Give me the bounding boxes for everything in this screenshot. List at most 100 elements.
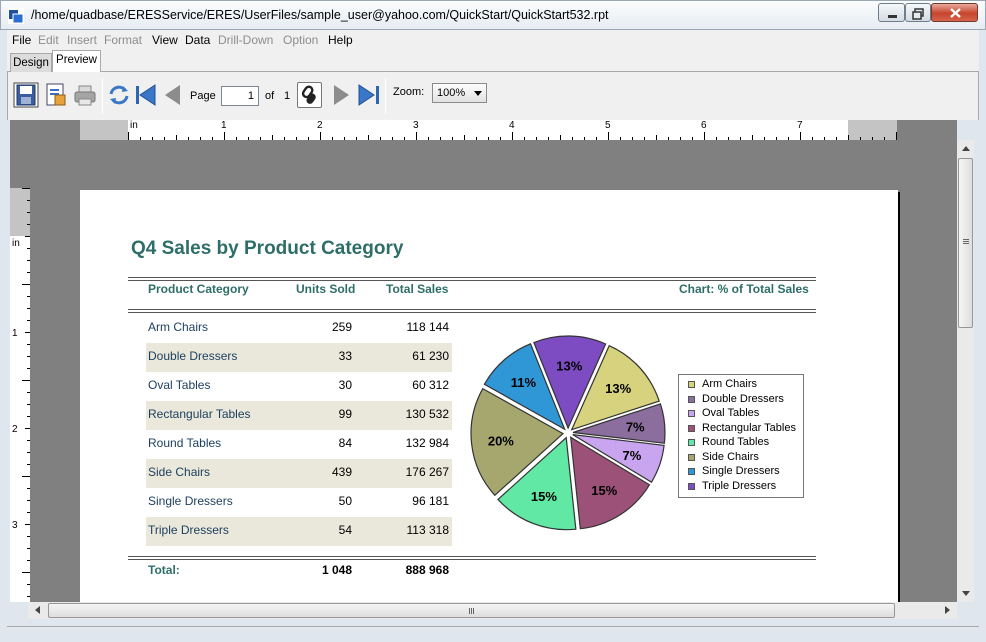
total-units: 1 048 <box>321 563 352 577</box>
legend-item: Triple Dressers <box>688 480 803 494</box>
table-row: Arm Chairs 259 118 144 <box>146 314 452 343</box>
table-row: Rectangular Tables 99 130 532 <box>146 401 452 430</box>
header-rule <box>128 280 816 281</box>
menu-edit[interactable]: Edit <box>38 33 59 47</box>
legend-label: Rectangular Tables <box>702 421 796 434</box>
column-header-sales: Total Sales <box>386 282 449 296</box>
last-page-icon <box>358 84 379 106</box>
restore-icon <box>912 8 924 20</box>
link-icon <box>301 85 316 104</box>
horizontal-scrollbar[interactable] <box>28 602 957 619</box>
first-page-icon <box>136 84 156 106</box>
cell-sales: 130 532 <box>405 407 449 421</box>
next-page-button[interactable] <box>329 82 353 108</box>
close-button[interactable] <box>931 3 978 22</box>
scroll-down-icon[interactable] <box>962 591 970 596</box>
print-button[interactable] <box>72 82 96 108</box>
pie-slice-label: 13% <box>605 381 631 396</box>
legend-swatch <box>688 395 695 403</box>
vertical-scroll-thumb[interactable] <box>958 158 973 328</box>
window-title: /home/quadbase/ERESService/ERES/UserFile… <box>31 8 609 22</box>
ruler-number: 3 <box>12 520 18 531</box>
menu-insert[interactable]: Insert <box>67 33 97 47</box>
cell-sales: 60 312 <box>412 378 449 392</box>
column-header-category: Product Category <box>148 282 249 296</box>
tab-preview[interactable]: Preview <box>52 50 101 73</box>
menu-view[interactable]: View <box>152 33 178 47</box>
tab-design[interactable]: Design <box>10 53 52 73</box>
pie-slice-label: 13% <box>556 358 582 373</box>
menu-help[interactable]: Help <box>328 33 353 47</box>
cell-sales: 96 181 <box>412 494 449 508</box>
window-bottom-edge <box>7 626 979 627</box>
toolbar-separator <box>102 78 103 114</box>
legend-label: Triple Dressers <box>702 479 777 492</box>
menu-file[interactable]: File <box>12 33 31 47</box>
scroll-right-icon[interactable] <box>945 606 950 614</box>
previous-page-button[interactable] <box>160 82 184 108</box>
scroll-up-icon[interactable] <box>962 146 970 151</box>
cell-category: Arm Chairs <box>148 320 209 334</box>
preview-canvas: in 1 2 3 4 5 6 7 in 1 2 3 Q4 Sales by Pr… <box>10 120 957 602</box>
maximize-button[interactable] <box>905 3 931 22</box>
grip-icon <box>963 239 969 240</box>
zoom-label: Zoom: <box>393 86 425 98</box>
pie-chart: 13% 7% 7% 15% 15% 20% 11% 13% <box>470 335 666 531</box>
pie-slice-label: 20% <box>488 434 514 449</box>
toolbar-separator <box>385 78 386 114</box>
app-icon <box>8 8 24 24</box>
cell-units: 50 <box>338 494 352 508</box>
menu-option[interactable]: Option <box>283 33 318 47</box>
cell-sales: 61 230 <box>412 349 449 363</box>
ruler-number: 6 <box>701 120 707 131</box>
legend-item: Single Dressers <box>688 465 803 479</box>
horizontal-scroll-thumb[interactable] <box>48 603 895 618</box>
cell-category: Rectangular Tables <box>148 407 251 421</box>
pie-slice-label: 15% <box>591 483 617 498</box>
cell-units: 439 <box>331 465 352 479</box>
cell-category: Side Chairs <box>148 465 211 479</box>
zoom-dropdown[interactable]: 100% <box>432 83 487 103</box>
minimize-icon <box>888 15 897 18</box>
legend-item: Round Tables <box>688 436 803 450</box>
first-page-button[interactable] <box>133 82 157 108</box>
report-page: Q4 Sales by Product Category Product Cat… <box>80 190 898 602</box>
save-button[interactable] <box>13 82 39 108</box>
legend-item: Oval Tables <box>688 407 803 421</box>
menu-data[interactable]: Data <box>185 33 210 47</box>
ruler-number: 4 <box>509 120 515 131</box>
page-count: 1 <box>284 90 291 102</box>
legend-swatch <box>688 381 695 388</box>
last-page-button[interactable] <box>356 82 380 108</box>
cell-sales: 113 318 <box>406 523 450 537</box>
ruler-number: 1 <box>221 120 227 131</box>
legend-swatch <box>688 410 695 417</box>
export-report-icon <box>46 83 66 106</box>
ruler-number: 1 <box>12 328 18 339</box>
refresh-icon <box>109 85 129 105</box>
menu-format[interactable]: Format <box>104 33 142 47</box>
legend-item: Rectangular Tables <box>688 422 803 436</box>
cell-sales: 118 144 <box>406 320 450 334</box>
scroll-left-icon[interactable] <box>35 606 40 614</box>
minimize-button[interactable] <box>878 3 905 22</box>
vertical-scrollbar[interactable] <box>957 140 974 602</box>
menu-drill-down[interactable]: Drill-Down <box>218 33 273 47</box>
pie-slice-label: 7% <box>623 448 642 463</box>
zoom-value: 100% <box>437 87 466 99</box>
legend-item: Side Chairs <box>688 451 803 465</box>
cell-units: 99 <box>338 407 352 421</box>
cell-category: Round Tables <box>148 436 222 450</box>
refresh-button[interactable] <box>106 82 130 108</box>
cell-units: 33 <box>338 349 352 363</box>
total-sales: 888 968 <box>405 563 449 577</box>
vertical-ruler: in 1 2 3 <box>10 188 30 602</box>
table-row: Triple Dressers 54 113 318 <box>146 517 452 546</box>
ruler-number: 2 <box>12 424 18 435</box>
go-to-page-button[interactable] <box>297 82 322 108</box>
table-row: Double Dressers 33 61 230 <box>146 343 452 372</box>
ruler-number: 2 <box>317 120 323 131</box>
page-number-input[interactable] <box>221 86 259 106</box>
grip-icon <box>469 608 470 614</box>
export-button[interactable] <box>43 82 67 108</box>
